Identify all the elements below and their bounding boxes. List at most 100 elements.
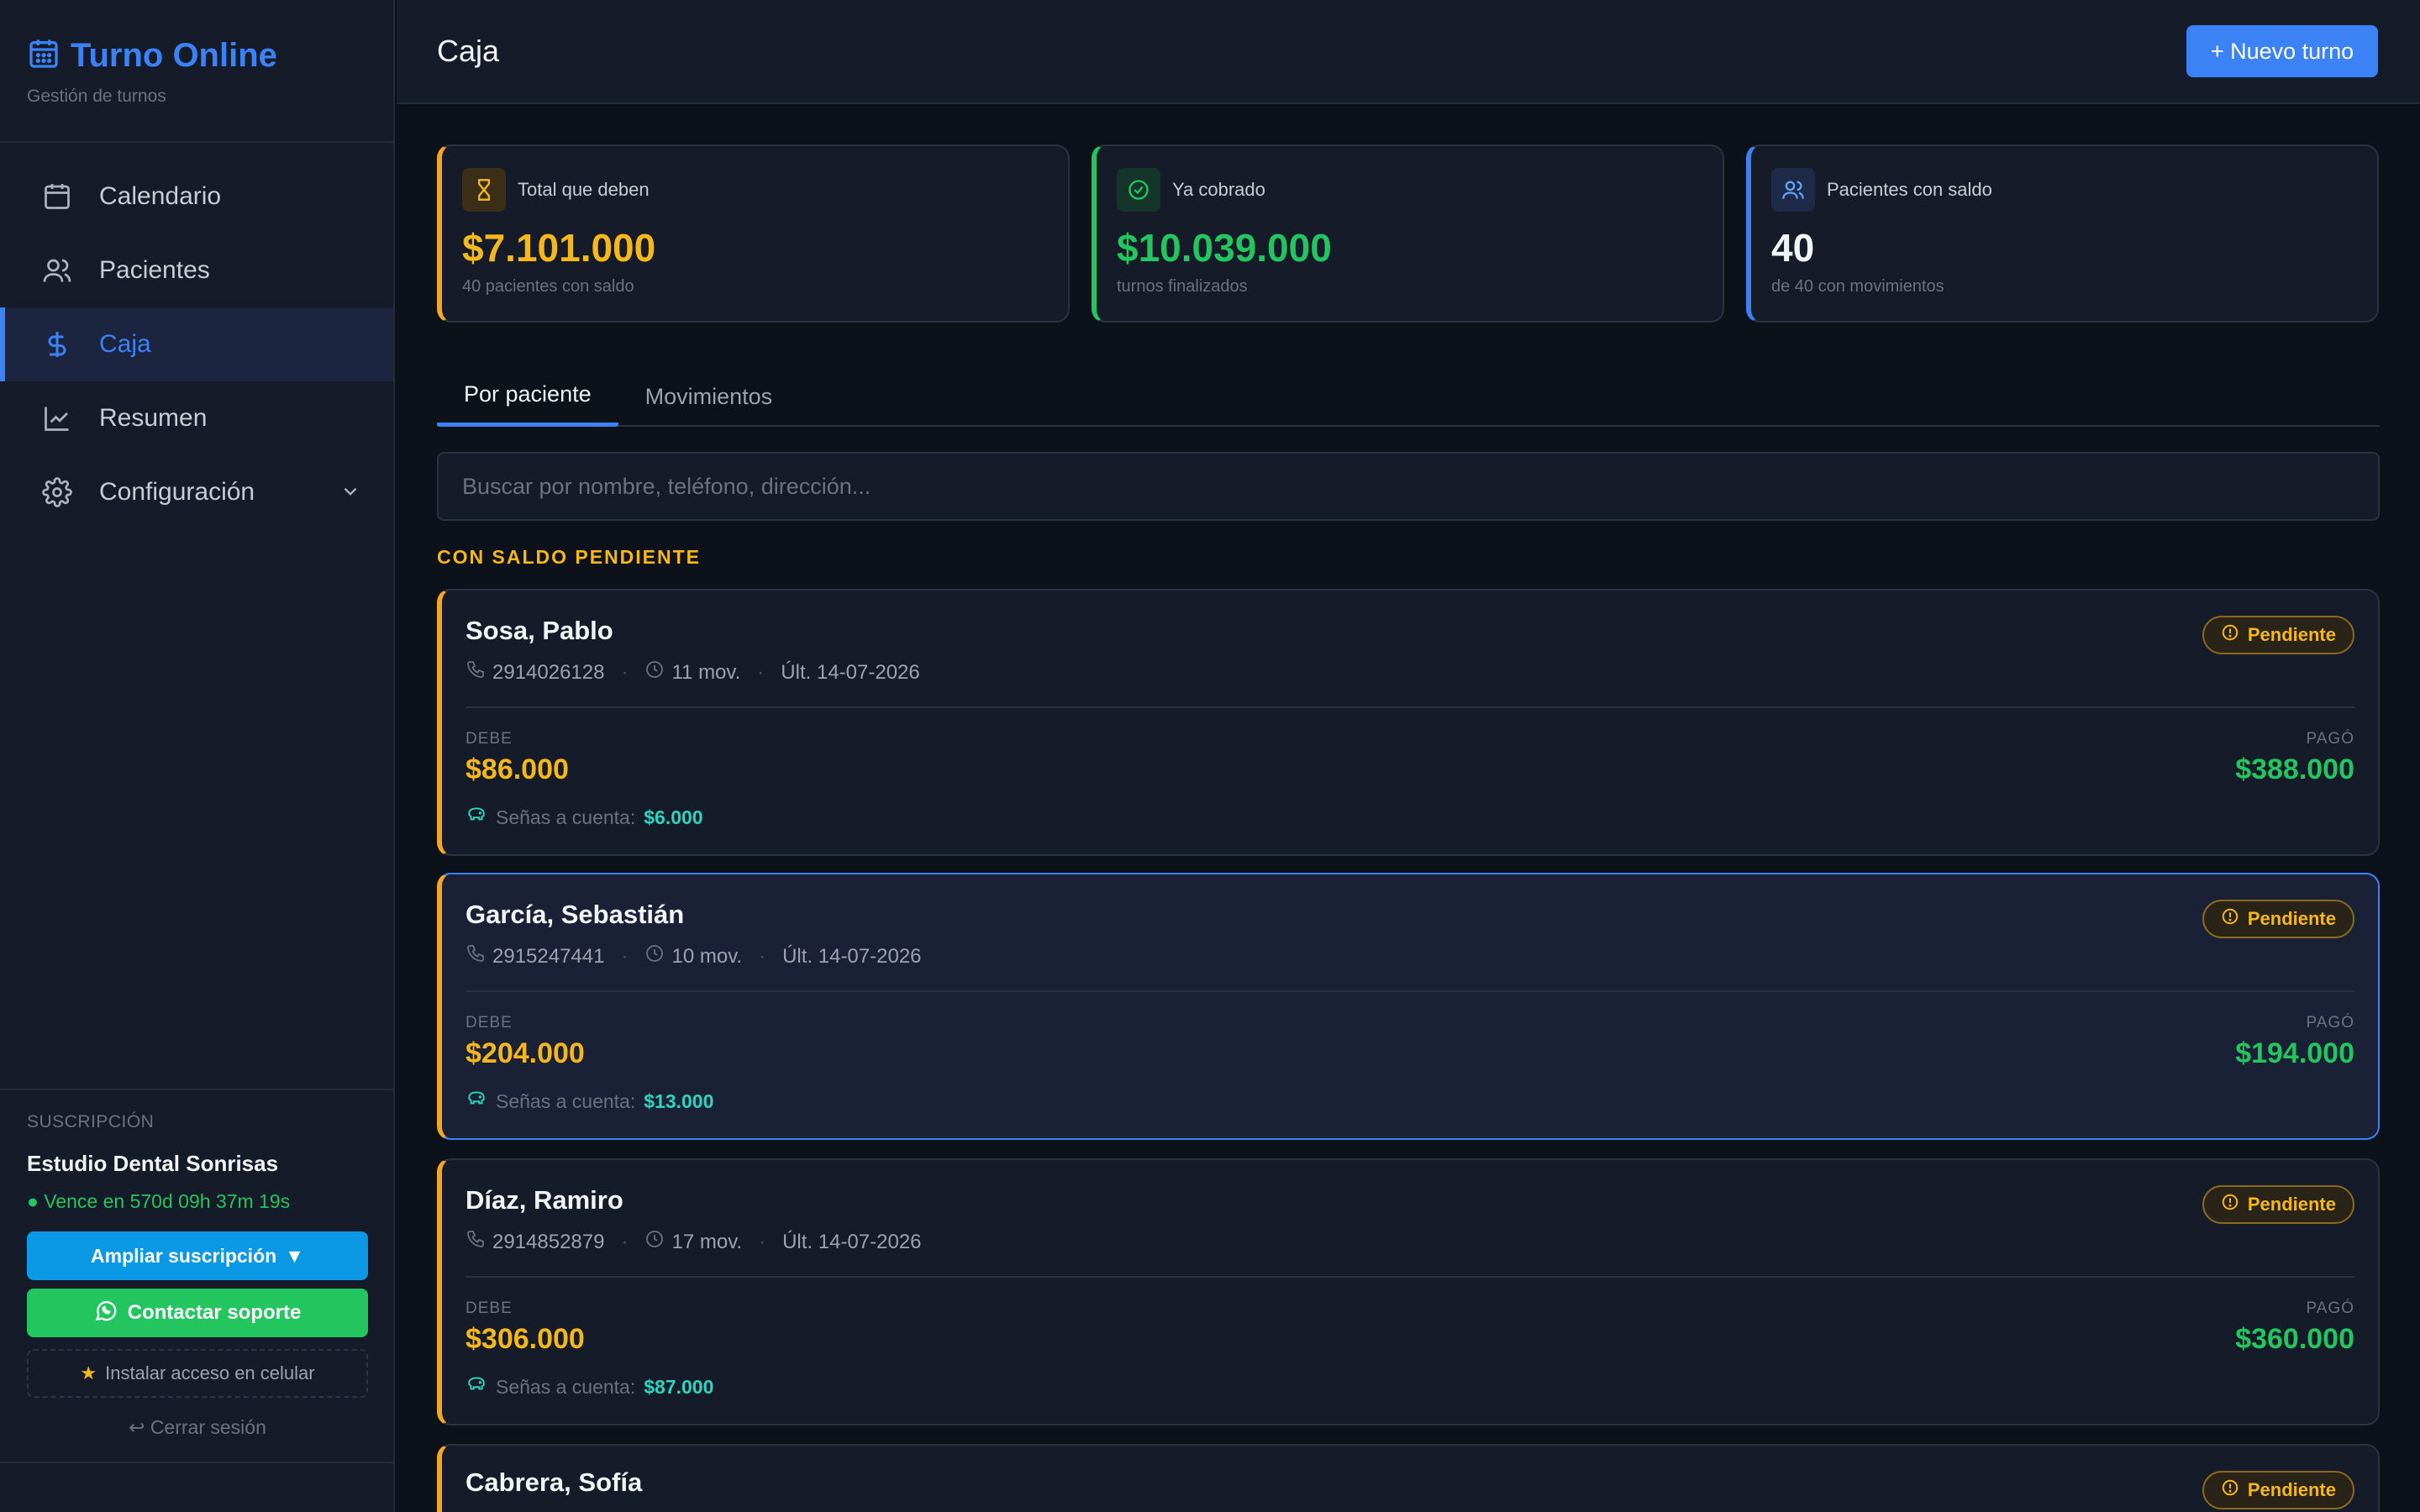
nav-label: Resumen xyxy=(99,404,208,432)
tab-por-paciente[interactable]: Por paciente xyxy=(437,366,618,427)
patient-last-date: Últ. 14-07-2026 xyxy=(782,1230,922,1253)
chart-line-icon xyxy=(40,402,74,435)
alert-circle-icon xyxy=(2221,623,2239,647)
stat-value: 40 xyxy=(1771,226,1815,270)
card-divider xyxy=(466,1276,2354,1278)
gear-icon xyxy=(40,475,74,509)
pago-value: $388.000 xyxy=(2235,753,2354,785)
check-circle-icon xyxy=(1117,168,1160,212)
tab-bar: Por paciente Movimientos xyxy=(437,366,2380,427)
piggy-bank-icon xyxy=(466,804,487,831)
senas-value: $6.000 xyxy=(644,806,703,828)
stat-subtext: turnos finalizados xyxy=(1117,277,1248,296)
patient-movements: 11 mov. xyxy=(671,660,741,684)
contact-support-label: Contactar soporte xyxy=(127,1301,302,1324)
nav-item-configuracion[interactable]: Configuración xyxy=(0,455,393,529)
piggy-bank-icon xyxy=(466,1373,487,1400)
nav-label: Configuración xyxy=(99,478,255,506)
patient-phone: 2914026128 xyxy=(492,660,605,684)
senas-value: $87.000 xyxy=(644,1375,714,1398)
stat-subtext: de 40 con movimientos xyxy=(1771,277,1944,296)
subscription-panel: SUSCRIPCIÓN Estudio Dental Sonrisas ● Ve… xyxy=(0,1089,395,1463)
card-divider xyxy=(466,706,2354,708)
dollar-icon xyxy=(40,328,74,361)
status-label: Pendiente xyxy=(2247,1479,2336,1500)
patient-last-date: Últ. 14-07-2026 xyxy=(782,944,922,968)
piggy-bank-icon xyxy=(466,1088,487,1115)
subscription-label: SUSCRIPCIÓN xyxy=(27,1112,155,1131)
phone-icon xyxy=(466,943,486,969)
logout-link[interactable]: ↩ Cerrar sesión xyxy=(27,1416,368,1439)
status-label: Pendiente xyxy=(2247,624,2336,645)
extend-subscription-label: Ampliar suscripción xyxy=(91,1244,277,1267)
main-content: Total que deben $7.101.000 40 pacientes … xyxy=(437,144,2380,1512)
patient-card[interactable]: Díaz, Ramiro 2914852879 · 17 mov. · Últ.… xyxy=(437,1158,2380,1425)
stat-card-collected: Ya cobrado $10.039.000 turnos finalizado… xyxy=(1092,144,1724,323)
extend-subscription-button[interactable]: Ampliar suscripción ▼ xyxy=(27,1231,368,1280)
chevron-down-icon[interactable] xyxy=(339,480,361,509)
separator: · xyxy=(621,1230,629,1253)
senas-row: Señas a cuenta: $13.000 xyxy=(466,1088,713,1115)
clock-icon xyxy=(644,1229,665,1255)
patient-card[interactable]: Cabrera, Sofía Pendiente xyxy=(437,1444,2380,1512)
patient-name: García, Sebastián xyxy=(466,900,685,929)
senas-row: Señas a cuenta: $6.000 xyxy=(466,804,703,831)
users-icon xyxy=(1771,168,1815,212)
phone-icon xyxy=(466,1229,486,1255)
pago-label: PAGÓ xyxy=(2306,730,2354,748)
nav-item-pacientes[interactable]: Pacientes xyxy=(0,234,393,307)
new-appointment-button[interactable]: + Nuevo turno xyxy=(2186,25,2378,77)
install-app-button[interactable]: ★ Instalar acceso en celular xyxy=(27,1349,368,1398)
calendar-logo-icon xyxy=(27,37,60,75)
patient-movements: 10 mov. xyxy=(671,944,743,968)
debe-value: $204.000 xyxy=(466,1037,585,1069)
logout-label: Cerrar sesión xyxy=(150,1416,266,1438)
users-icon xyxy=(40,254,74,287)
debe-label: DEBE xyxy=(466,1014,513,1032)
pago-label: PAGÓ xyxy=(2306,1299,2354,1317)
main-nav: Calendario Pacientes Caja Resumen Config… xyxy=(0,143,393,529)
nav-item-resumen[interactable]: Resumen xyxy=(0,381,393,455)
stat-label: Total que deben xyxy=(518,179,650,200)
star-icon: ★ xyxy=(80,1362,97,1383)
status-label: Pendiente xyxy=(2247,1194,2336,1215)
calendar-icon xyxy=(40,180,74,213)
app-subtitle: Gestión de turnos xyxy=(27,87,166,106)
sidebar: Turno Online Gestión de turnos Calendari… xyxy=(0,0,395,1512)
phone-icon xyxy=(466,659,486,685)
patient-name: Cabrera, Sofía xyxy=(466,1467,643,1497)
card-divider xyxy=(466,990,2354,992)
separator: · xyxy=(757,660,765,684)
senas-label: Señas a cuenta: xyxy=(496,806,636,828)
tab-movimientos[interactable]: Movimientos xyxy=(618,366,800,427)
contact-support-button[interactable]: Contactar soporte xyxy=(27,1289,368,1337)
stat-label: Ya cobrado xyxy=(1172,179,1265,200)
senas-value: $13.000 xyxy=(644,1089,714,1112)
clock-icon xyxy=(644,943,665,969)
debe-value: $86.000 xyxy=(466,753,569,785)
patient-phone: 2915247441 xyxy=(492,944,605,968)
separator: · xyxy=(621,660,629,684)
nav-item-caja[interactable]: Caja xyxy=(0,307,393,381)
section-title: CON SALDO PENDIENTE xyxy=(437,546,702,568)
pago-value: $194.000 xyxy=(2235,1037,2354,1069)
hourglass-icon xyxy=(462,168,506,212)
top-bar: Caja + Nuevo turno xyxy=(397,0,2420,104)
stats-row: Total que deben $7.101.000 40 pacientes … xyxy=(437,144,2380,323)
status-badge: Pendiente xyxy=(2202,1185,2354,1224)
pago-label: PAGÓ xyxy=(2306,1014,2354,1032)
install-app-label: Instalar acceso en celular xyxy=(105,1362,315,1383)
stat-card-patients-balance: Pacientes con saldo 40 de 40 con movimie… xyxy=(1746,144,2379,323)
search-input[interactable] xyxy=(462,473,2378,500)
debe-label: DEBE xyxy=(466,1299,513,1317)
alert-circle-icon xyxy=(2221,1193,2239,1216)
nav-label: Calendario xyxy=(99,182,222,210)
patient-card[interactable]: Sosa, Pablo 2914026128 · 11 mov. · Últ. … xyxy=(437,589,2380,856)
nav-label: Pacientes xyxy=(99,256,210,284)
clock-icon xyxy=(644,659,665,685)
senas-label: Señas a cuenta: xyxy=(496,1089,636,1112)
triangle-down-icon: ▼ xyxy=(285,1244,304,1267)
patient-card[interactable]: García, Sebastián 2915247441 · 10 mov. ·… xyxy=(437,873,2380,1140)
separator: · xyxy=(759,1230,766,1253)
nav-item-calendario[interactable]: Calendario xyxy=(0,160,393,234)
